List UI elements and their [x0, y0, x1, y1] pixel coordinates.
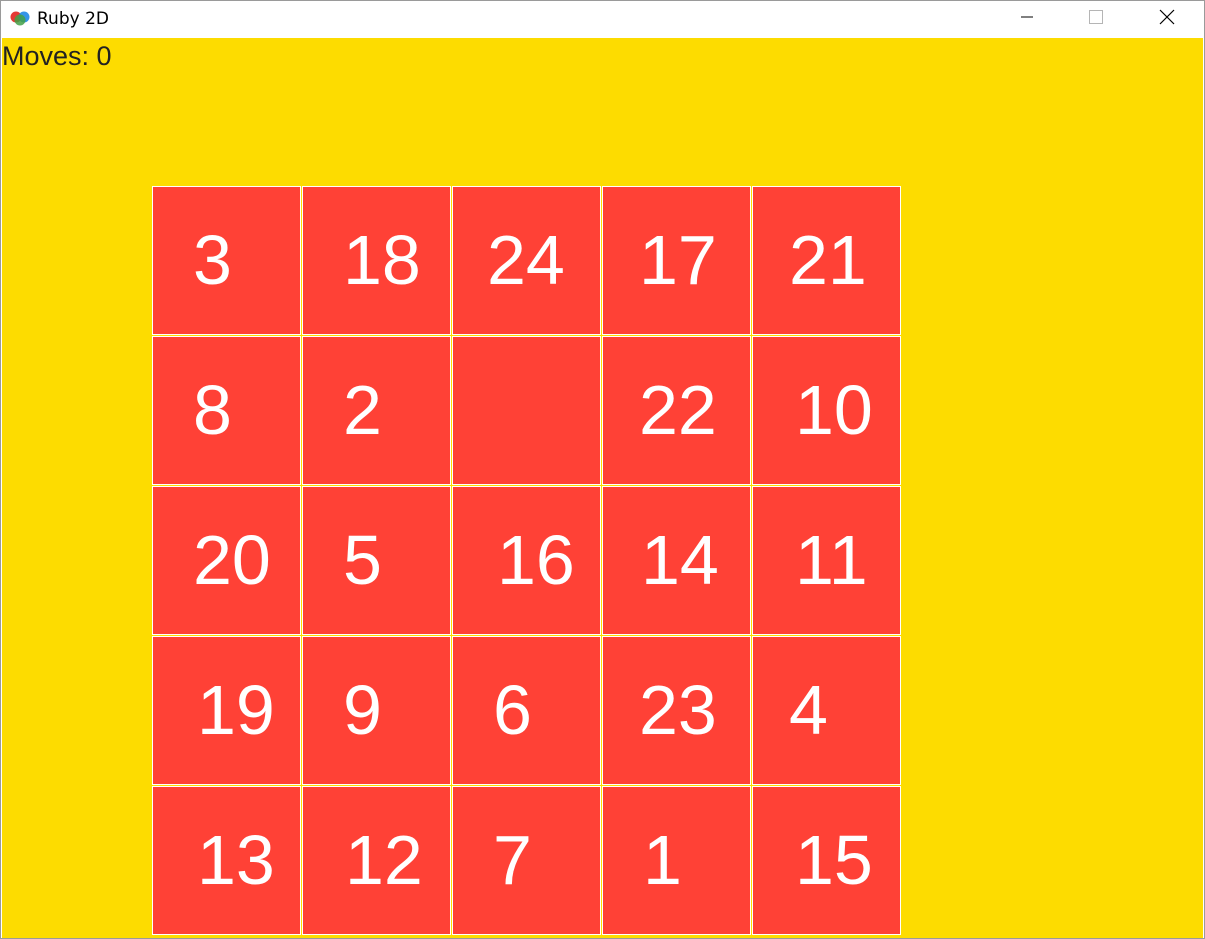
puzzle-tile[interactable]: 16 — [452, 486, 601, 635]
tile-number: 11 — [795, 521, 868, 599]
puzzle-tile[interactable]: 13 — [152, 786, 301, 935]
puzzle-tile[interactable]: 8 — [152, 336, 301, 485]
tile-number: 15 — [795, 821, 873, 899]
empty-slot[interactable] — [452, 336, 601, 485]
minimize-icon — [1021, 10, 1033, 28]
puzzle-tile[interactable]: 10 — [752, 336, 901, 485]
tile-number: 2 — [343, 371, 382, 449]
ruby2d-logo-icon — [9, 10, 31, 26]
tile-number: 9 — [343, 671, 382, 749]
puzzle-tile[interactable]: 7 — [452, 786, 601, 935]
tile-number: 5 — [343, 521, 382, 599]
puzzle-tile[interactable]: 11 — [752, 486, 901, 635]
tile-number: 17 — [639, 221, 717, 299]
puzzle-tile[interactable]: 6 — [452, 636, 601, 785]
close-icon — [1159, 9, 1175, 30]
window-title: Ruby 2D — [37, 9, 109, 29]
tile-number: 14 — [641, 521, 719, 599]
tile-number: 6 — [493, 671, 532, 749]
puzzle-tile[interactable]: 23 — [602, 636, 751, 785]
puzzle-tile[interactable]: 5 — [302, 486, 451, 635]
puzzle-tile[interactable]: 4 — [752, 636, 901, 785]
puzzle-board: 3 18 24 17 21 8 2 22 10 20 5 16 14 11 19 9 6 23 4 13 12 7 1 15 — [152, 186, 904, 938]
tile-number: 24 — [487, 221, 565, 299]
tile-number: 16 — [497, 521, 575, 599]
tile-number: 7 — [493, 821, 532, 899]
puzzle-tile[interactable]: 3 — [152, 186, 301, 335]
puzzle-tile[interactable]: 22 — [602, 336, 751, 485]
tile-number: 12 — [345, 821, 423, 899]
puzzle-tile[interactable]: 2 — [302, 336, 451, 485]
game-canvas[interactable]: Moves: 0 3 18 24 17 21 8 2 22 10 20 5 16 14 11 19 9 6 23 4… — [2, 38, 1203, 938]
tile-number: 21 — [789, 221, 867, 299]
puzzle-tile[interactable]: 14 — [602, 486, 751, 635]
puzzle-tile[interactable]: 17 — [602, 186, 751, 335]
puzzle-tile[interactable]: 9 — [302, 636, 451, 785]
app-window: Ruby 2D Moves: 0 3 18 24 17 21 8 2 22 10 20 5 16 14 1… — [0, 0, 1205, 939]
puzzle-tile[interactable]: 20 — [152, 486, 301, 635]
puzzle-tile[interactable]: 18 — [302, 186, 451, 335]
tile-number: 23 — [639, 671, 717, 749]
maximize-icon — [1089, 9, 1103, 29]
title-bar[interactable]: Ruby 2D — [1, 1, 1204, 37]
tile-number: 8 — [193, 371, 232, 449]
minimize-button[interactable] — [1004, 1, 1050, 37]
tile-number: 10 — [795, 371, 873, 449]
puzzle-tile[interactable]: 24 — [452, 186, 601, 335]
puzzle-tile[interactable]: 19 — [152, 636, 301, 785]
puzzle-tile[interactable]: 1 — [602, 786, 751, 935]
tile-number: 19 — [197, 671, 275, 749]
tile-number: 4 — [789, 671, 828, 749]
tile-number: 3 — [193, 221, 232, 299]
puzzle-tile[interactable]: 15 — [752, 786, 901, 935]
tile-number: 22 — [639, 371, 717, 449]
tile-number: 18 — [343, 221, 421, 299]
moves-counter: Moves: 0 — [2, 41, 112, 71]
tile-number: 20 — [193, 521, 271, 599]
maximize-button[interactable] — [1073, 1, 1119, 37]
puzzle-tile[interactable]: 21 — [752, 186, 901, 335]
puzzle-tile[interactable]: 12 — [302, 786, 451, 935]
tile-number: 1 — [643, 821, 682, 899]
tile-number: 13 — [197, 821, 275, 899]
close-button[interactable] — [1144, 1, 1190, 37]
